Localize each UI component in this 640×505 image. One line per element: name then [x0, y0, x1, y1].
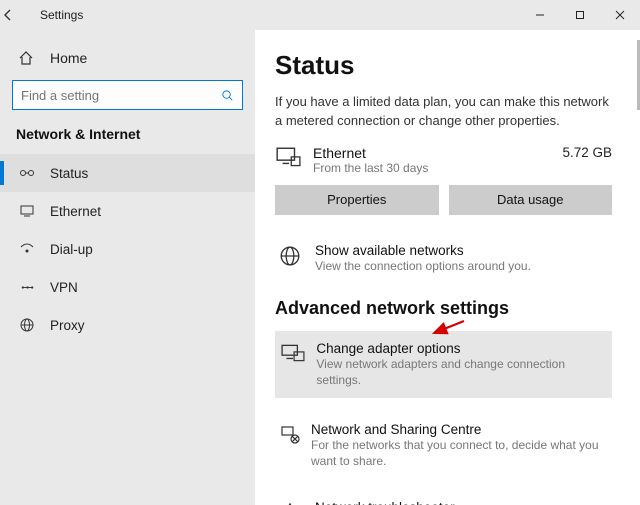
close-button[interactable] [600, 0, 640, 30]
item-sub: View the connection options around you. [315, 258, 531, 274]
nav-item-status[interactable]: Status [0, 154, 255, 192]
search-input[interactable] [12, 80, 243, 110]
vpn-icon [18, 280, 36, 295]
home-link[interactable]: Home [0, 44, 255, 80]
nav-label: Dial-up [50, 242, 93, 257]
properties-button[interactable]: Properties [275, 185, 439, 215]
ethernet-usage: 5.72 GB [562, 145, 612, 160]
nav-item-proxy[interactable]: Proxy [0, 306, 255, 344]
adapter-icon [281, 343, 306, 363]
search-field[interactable] [21, 88, 221, 103]
globe-icon [279, 245, 305, 267]
content-pane: Status If you have a limited data plan, … [255, 30, 640, 505]
item-title: Network troubleshooter [315, 500, 506, 505]
change-adapter-item[interactable]: Change adapter options View network adap… [275, 331, 612, 398]
item-title: Show available networks [315, 243, 531, 258]
nav-item-dialup[interactable]: Dial-up [0, 230, 255, 268]
titlebar: Settings [0, 0, 640, 30]
page-title: Status [275, 50, 612, 81]
item-title: Network and Sharing Centre [311, 422, 608, 437]
ethernet-subtitle: From the last 30 days [313, 161, 428, 175]
sidebar: Home Network & Internet Status Et [0, 30, 255, 505]
ethernet-usage-row: Ethernet From the last 30 days 5.72 GB [275, 145, 612, 175]
nav-label: Proxy [50, 318, 85, 333]
warning-icon [279, 502, 305, 505]
nav-item-ethernet[interactable]: Ethernet [0, 192, 255, 230]
status-icon [18, 165, 36, 181]
dialup-icon [18, 241, 36, 257]
proxy-icon [18, 317, 36, 333]
advanced-heading: Advanced network settings [275, 298, 612, 319]
nav-label: VPN [50, 280, 78, 295]
ethernet-icon [18, 203, 36, 219]
nav-item-vpn[interactable]: VPN [0, 268, 255, 306]
window-title: Settings [40, 8, 520, 22]
item-sub: View network adapters and change connect… [316, 356, 606, 388]
sharing-icon [279, 424, 301, 446]
troubleshooter-item[interactable]: Network troubleshooter Diagnose and fix … [275, 494, 612, 505]
back-button[interactable] [0, 7, 34, 23]
scrollbar[interactable] [634, 30, 640, 505]
category-title: Network & Internet [0, 126, 255, 154]
ethernet-title: Ethernet [313, 145, 428, 161]
data-usage-button[interactable]: Data usage [449, 185, 613, 215]
lead-text: If you have a limited data plan, you can… [275, 93, 612, 131]
home-label: Home [50, 50, 87, 66]
sharing-centre-item[interactable]: Network and Sharing Centre For the netwo… [275, 416, 612, 475]
search-icon [221, 89, 234, 102]
maximize-button[interactable] [560, 0, 600, 30]
home-icon [18, 50, 36, 66]
monitor-icon [275, 145, 303, 171]
nav-list: Status Ethernet Dial-up VPN Proxy [0, 154, 255, 344]
nav-label: Ethernet [50, 204, 101, 219]
item-title: Change adapter options [316, 341, 606, 356]
minimize-button[interactable] [520, 0, 560, 30]
show-networks-item[interactable]: Show available networks View the connect… [275, 237, 612, 280]
item-sub: For the networks that you connect to, de… [311, 437, 608, 469]
nav-label: Status [50, 166, 88, 181]
